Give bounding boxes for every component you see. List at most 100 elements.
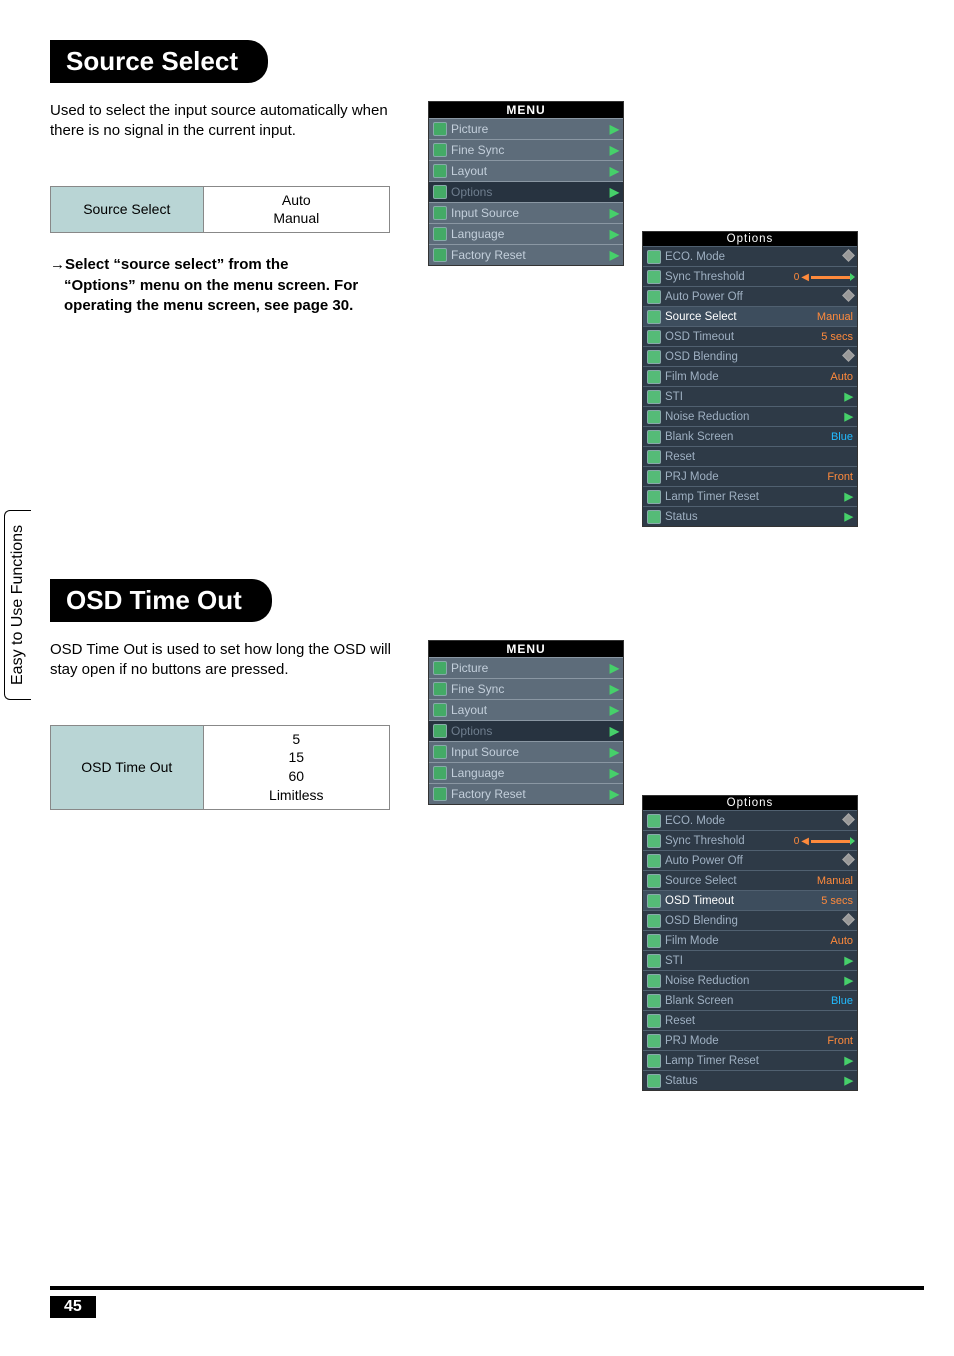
menu-item[interactable]: Input Source▶ [429, 202, 623, 223]
options-item-value [844, 251, 853, 263]
options-item[interactable]: Lamp Timer Reset▶ [643, 486, 857, 506]
options-item-value: ▶ [845, 974, 853, 987]
menu-item-icon [433, 248, 447, 262]
options-item[interactable]: STI▶ [643, 950, 857, 970]
arrow-right-glyph: → [50, 256, 65, 273]
options-item-icon [647, 450, 661, 464]
options-item[interactable]: Sync Threshold0◀ [643, 266, 857, 286]
menu-item[interactable]: Layout ▶ [429, 699, 623, 720]
menu-item-icon [433, 787, 447, 801]
options-item-value [844, 351, 853, 363]
options-item-label: Reset [665, 451, 695, 463]
options-item-icon [647, 290, 661, 304]
menu-item[interactable]: Picture▶ [429, 118, 623, 139]
menu-item-icon [433, 682, 447, 696]
menu-item[interactable]: Picture▶ [429, 657, 623, 678]
options-item[interactable]: Source SelectManual [643, 870, 857, 890]
options-item[interactable]: Sync Threshold0◀ [643, 830, 857, 850]
options-item[interactable]: OSD Timeout5 secs [643, 890, 857, 910]
options-item[interactable]: Reset [643, 446, 857, 466]
chevron-right-icon: ▶ [610, 745, 619, 759]
menu-panel-2: MENU Picture▶Fine Sync▶Layout▶Options▶In… [428, 640, 624, 805]
menu-item-icon [433, 661, 447, 675]
options-item[interactable]: Source SelectManual [643, 306, 857, 326]
options-item[interactable]: OSD Blending [643, 910, 857, 930]
options-item-label: Reset [665, 1015, 695, 1027]
menu-item[interactable]: Language▶ [429, 223, 623, 244]
menu-item-label: Input Source [451, 745, 519, 759]
menu-item-icon [433, 122, 447, 136]
options-item[interactable]: Noise Reduction▶ [643, 406, 857, 426]
options-item[interactable]: PRJ ModeFront [643, 1030, 857, 1050]
options-item[interactable]: Film ModeAuto [643, 366, 857, 386]
options-item-icon [647, 854, 661, 868]
options-item[interactable]: OSD Timeout5 secs [643, 326, 857, 346]
options-item[interactable]: STI▶ [643, 386, 857, 406]
menu-item[interactable]: Layout▶ [429, 160, 623, 181]
options-item[interactable]: Status▶ [643, 1070, 857, 1090]
options-item-label: Source Select [665, 311, 737, 323]
options-item-value: ▶ [845, 390, 853, 403]
options-item[interactable]: Reset [643, 1010, 857, 1030]
options-item-icon [647, 410, 661, 424]
options-item[interactable]: Auto Power Off [643, 850, 857, 870]
section2-desc: OSD Time Out is used to set how long the… [50, 640, 410, 681]
options-item[interactable]: Blank ScreenBlue [643, 426, 857, 446]
options-item[interactable]: ECO. Mode [643, 246, 857, 266]
options-item-value: Auto [830, 371, 853, 383]
section2-param-table: OSD Time Out 5 15 60 Limitless [50, 725, 390, 811]
chevron-right-icon: ▶ [610, 661, 619, 675]
options-item[interactable]: ECO. Mode [643, 810, 857, 830]
menu-item-label: Picture [451, 122, 488, 136]
options-item-label: Blank Screen [665, 995, 733, 1007]
options-item-icon [647, 974, 661, 988]
chevron-right-icon: ▶ [610, 164, 619, 178]
options-panel-2: Options ECO. ModeSync Threshold0◀Auto Po… [642, 795, 858, 1091]
options-item-label: OSD Timeout [665, 895, 734, 907]
options-item-icon [647, 330, 661, 344]
side-tab: Easy to Use Functions [4, 510, 31, 700]
options-item[interactable]: Blank ScreenBlue [643, 990, 857, 1010]
options-item[interactable]: OSD Blending [643, 346, 857, 366]
options-item[interactable]: Lamp Timer Reset▶ [643, 1050, 857, 1070]
menu-title: MENU [429, 102, 623, 118]
options-item-value: ▶ [845, 410, 853, 423]
menu-item[interactable]: Options▶ [429, 720, 623, 741]
menu-item[interactable]: Fine Sync▶ [429, 139, 623, 160]
menu-item-label: Layout [451, 703, 487, 717]
options-item[interactable]: Film ModeAuto [643, 930, 857, 950]
options-item[interactable]: Noise Reduction▶ [643, 970, 857, 990]
menu-item-icon [433, 164, 447, 178]
options-item-label: PRJ Mode [665, 1035, 719, 1047]
menu-item-label: Factory Reset [451, 248, 526, 262]
options-item[interactable]: Status▶ [643, 506, 857, 526]
chevron-right-icon: ▶ [610, 703, 619, 717]
menu-item[interactable]: Options▶ [429, 181, 623, 202]
options-item-label: Lamp Timer Reset [665, 1055, 759, 1067]
section1-instruction: →Select “source select” from the “Option… [50, 255, 410, 316]
options-item-label: STI [665, 955, 683, 967]
menu-item[interactable]: Input Source ▶ [429, 741, 623, 762]
menu-item-label: Factory Reset [451, 787, 526, 801]
options-item-icon [647, 914, 661, 928]
options-item-label: Auto Power Off [665, 855, 743, 867]
menu-item[interactable]: Factory Reset▶ [429, 244, 623, 265]
options-item-label: Source Select [665, 875, 737, 887]
menu-item-icon [433, 703, 447, 717]
menu-item-icon [433, 143, 447, 157]
menu-item[interactable]: Fine Sync▶ [429, 678, 623, 699]
options-item-value: 0◀ [794, 271, 853, 283]
options-item-value [844, 855, 853, 867]
options-item-value [844, 915, 853, 927]
options-item-icon [647, 310, 661, 324]
options-item[interactable]: Auto Power Off [643, 286, 857, 306]
options-item-value [844, 815, 853, 827]
options-item-label: OSD Blending [665, 915, 738, 927]
options-item[interactable]: PRJ ModeFront [643, 466, 857, 486]
menu-item-icon [433, 185, 447, 199]
menu-item-icon [433, 724, 447, 738]
menu-item[interactable]: Language▶ [429, 762, 623, 783]
options-item-value: ▶ [845, 510, 853, 523]
options-item-value [844, 291, 853, 303]
menu-item[interactable]: Factory Reset▶ [429, 783, 623, 804]
